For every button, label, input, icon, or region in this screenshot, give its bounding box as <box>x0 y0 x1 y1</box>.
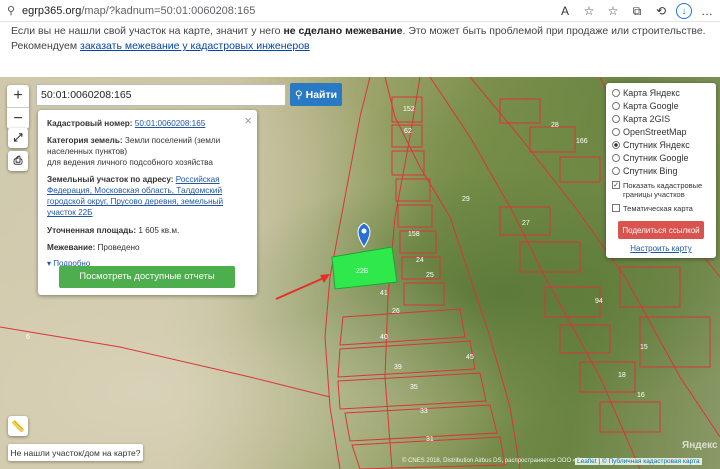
svg-text:16: 16 <box>637 392 645 399</box>
svg-text:31: 31 <box>426 436 434 443</box>
cadnum-row: Кадастровый номер: 50:01:0060208:165 <box>47 119 206 128</box>
fullscreen-button[interactable]: ⤢ <box>8 128 28 148</box>
zoom-in-button[interactable]: + <box>7 85 29 107</box>
close-icon[interactable]: × <box>244 112 252 130</box>
svg-text:35: 35 <box>410 384 418 391</box>
browser-toolbar: ⚲ egrp365.org/map/?kadnum=50:01:0060208:… <box>0 0 720 22</box>
svg-text:25: 25 <box>426 272 434 279</box>
view-reports-button[interactable]: Посмотреть доступные отчеты <box>59 266 235 288</box>
layer-switcher: Карта Яндекс Карта Google Карта 2GIS Ope… <box>606 83 716 258</box>
print-button[interactable]: ⎙ <box>8 151 28 171</box>
yandex-logo: Яндекс <box>682 440 718 451</box>
download-icon[interactable]: ↓ <box>676 3 692 19</box>
cadastral-search-input[interactable] <box>36 84 286 106</box>
address-row: Земельный участок по адресу: Российская … <box>47 175 224 218</box>
category-row: Категория земель: Земли поселений (земли… <box>47 136 221 168</box>
reader-mode-icon[interactable]: A <box>556 2 574 20</box>
svg-text:28: 28 <box>551 122 559 129</box>
history-icon[interactable]: ⟲ <box>652 2 670 20</box>
parcel-info-popup: × Кадастровый номер: 50:01:0060208:165 К… <box>38 110 257 295</box>
layer-option-yandex-satellite[interactable]: Спутник Яндекс <box>612 138 710 151</box>
setup-map-link[interactable]: Настроить карту <box>612 244 710 253</box>
svg-text:26: 26 <box>392 308 400 315</box>
address-bar[interactable]: egrp365.org/map/?kadnum=50:01:0060208:16… <box>22 5 255 17</box>
svg-text:33: 33 <box>420 408 428 415</box>
svg-text:41: 41 <box>380 290 388 297</box>
more-menu-icon[interactable]: … <box>698 2 716 20</box>
ruler-icon: 📏 <box>11 420 25 433</box>
svg-text:158: 158 <box>408 231 420 238</box>
pkk-link[interactable]: © Публичная кадастровая карта <box>602 458 700 465</box>
svg-text:39: 39 <box>394 364 402 371</box>
svg-text:62: 62 <box>404 128 412 135</box>
layer-option-osm[interactable]: OpenStreetMap <box>612 125 710 138</box>
svg-text:15: 15 <box>640 344 648 351</box>
svg-text:166: 166 <box>576 138 588 145</box>
not-found-button[interactable]: Не нашли участок/дом на карте? <box>8 444 143 461</box>
layer-option-2gis-map[interactable]: Карта 2GIS <box>612 112 710 125</box>
cadnum-link[interactable]: 50:01:0060208:165 <box>135 119 206 128</box>
svg-text:152: 152 <box>403 106 415 113</box>
pointer-arrow <box>275 276 327 300</box>
thematic-map-checkbox[interactable]: Тематическая карта <box>612 203 710 213</box>
svg-text:6: 6 <box>26 334 30 341</box>
favorites-bar-icon[interactable]: ☆ <box>604 2 622 20</box>
collections-icon[interactable]: ⧉ <box>628 2 646 20</box>
svg-text:45: 45 <box>466 354 474 361</box>
area-row: Уточненная площадь: 1 605 кв.м. <box>47 225 180 235</box>
map-attribution: Leaflet | © Публичная кадастровая карта <box>575 458 702 465</box>
layer-option-yandex-map[interactable]: Карта Яндекс <box>612 86 710 99</box>
parcel-label: 22Б <box>356 268 369 275</box>
layer-option-bing-satellite[interactable]: Спутник Bing <box>612 164 710 177</box>
map-view[interactable]: 22Б 152 62 28 166 27 29 158 24 25 41 26 … <box>0 77 720 469</box>
survey-row: Межевание: Проведено <box>47 242 140 252</box>
layer-option-google-satellite[interactable]: Спутник Google <box>612 151 710 164</box>
order-survey-link[interactable]: заказать межевание у кадастровых инженер… <box>80 40 310 52</box>
search-icon: ⚲ <box>294 88 303 101</box>
leaflet-link[interactable]: Leaflet <box>577 458 597 465</box>
checkmark-icon: ✓ <box>612 181 620 189</box>
printer-icon: ⎙ <box>13 154 23 167</box>
svg-text:27: 27 <box>522 220 530 227</box>
imagery-attribution: © CNES 2018, Distribution Airbus DS, рас… <box>402 458 602 464</box>
expand-icon: ⤢ <box>13 131 23 144</box>
notice-banner: Если вы не нашли свой участок на карте, … <box>0 22 720 77</box>
triangle-down-icon: ▾ <box>47 258 52 268</box>
show-borders-checkbox[interactable]: ✓ Показать кадастровые границы участков <box>612 181 710 200</box>
layer-option-google-map[interactable]: Карта Google <box>612 99 710 112</box>
zoom-control: + − <box>7 85 29 129</box>
map-pin-icon[interactable] <box>357 222 371 248</box>
share-link-button[interactable]: Поделиться ссылкой <box>618 221 704 240</box>
site-info-icon[interactable]: ⚲ <box>4 4 18 18</box>
ruler-button[interactable]: 📏 <box>8 416 28 436</box>
svg-text:94: 94 <box>595 298 603 305</box>
svg-text:29: 29 <box>462 196 470 203</box>
svg-text:18: 18 <box>618 372 626 379</box>
zoom-out-button[interactable]: − <box>7 107 29 129</box>
svg-text:40: 40 <box>380 334 388 341</box>
svg-text:24: 24 <box>416 257 424 264</box>
favorite-star-icon[interactable]: ☆ <box>580 2 598 20</box>
search-button[interactable]: ⚲ Найти <box>290 83 342 106</box>
